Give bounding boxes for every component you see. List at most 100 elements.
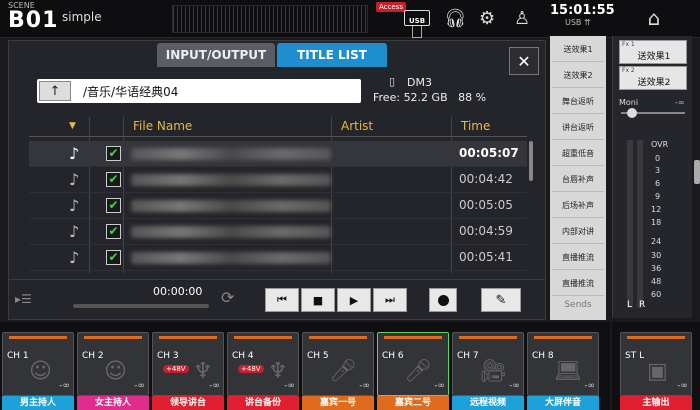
- title-list-row[interactable]: ♪ ✔ 00:05:41: [29, 245, 527, 271]
- home-icon[interactable]: ⌂: [638, 6, 670, 32]
- clock: 15:01:55: [550, 3, 615, 18]
- channel-1[interactable]: CH 1 ☺ -∞: [2, 332, 74, 396]
- channel-label: CH 5: [307, 351, 329, 361]
- column-time[interactable]: Time: [461, 119, 490, 133]
- send-item[interactable]: 舞台返听: [552, 90, 604, 114]
- title-list-row[interactable]: ♪ ✔ 00:05:07: [29, 141, 527, 167]
- gear-icon[interactable]: ⚙: [479, 8, 495, 29]
- channel-4[interactable]: CH 4 +48V ♆ -∞: [227, 332, 299, 396]
- channel-label: CH 7: [457, 351, 479, 361]
- music-note-icon: ♪: [69, 196, 80, 215]
- monitor-panel: Fx 1 送效果1 Fx 2 送效果2 Moni -∞ OVR 0 3 6 9 …: [612, 36, 692, 318]
- tab-input-output[interactable]: INPUT/OUTPUT: [157, 43, 275, 67]
- channel-5[interactable]: CH 5 🎤︎ -∞: [302, 332, 374, 396]
- send-item[interactable]: 直播推流: [552, 272, 604, 296]
- stop-button[interactable]: ■: [301, 288, 335, 312]
- send-item[interactable]: 台唇补声: [552, 168, 604, 192]
- channel-name[interactable]: 女主持人: [77, 396, 149, 410]
- title-list-row[interactable]: ♪ ✔ 00:04:59: [29, 219, 527, 245]
- column-file-name[interactable]: File Name: [133, 119, 192, 133]
- sends-list: 送效果1 送效果2 舞台返听 讲台返听 超重低音 台唇补声 后场补声 内部对讲 …: [550, 36, 606, 320]
- video-camera-icon: 🎥︎: [479, 359, 507, 384]
- usb-connector-icon: [412, 26, 422, 38]
- record-icon: [437, 294, 449, 306]
- previous-button[interactable]: ⏮: [265, 288, 299, 312]
- track-time: 00:05:41: [459, 250, 513, 264]
- channel-level: -∞: [209, 381, 220, 391]
- parent-folder-button[interactable]: ↑: [39, 81, 71, 101]
- send-item[interactable]: 送效果2: [552, 64, 604, 88]
- stereo-channel[interactable]: ST L ▣ -∞: [620, 332, 692, 396]
- channel-name[interactable]: 远程视频: [452, 396, 524, 410]
- select-checkbox[interactable]: ✔: [106, 224, 121, 239]
- meter-scale-mark: OVR: [651, 140, 669, 149]
- track-time: 00:05:07: [459, 146, 519, 160]
- play-icon: ▶: [349, 293, 359, 307]
- channel-2[interactable]: CH 2 ☺ -∞: [77, 332, 149, 396]
- usb-status: USB ⇈: [565, 18, 591, 27]
- column-artist[interactable]: Artist: [341, 119, 373, 133]
- channel-name[interactable]: 讲台备份: [227, 396, 299, 410]
- channel-label: CH 3: [157, 351, 179, 361]
- channel-7[interactable]: CH 7 🎥︎ -∞: [452, 332, 524, 396]
- channel-name[interactable]: 大屏伴音: [527, 396, 599, 410]
- channel-name[interactable]: 嘉宾一号: [302, 396, 374, 410]
- channel-name[interactable]: 嘉宾二号: [377, 396, 449, 410]
- channel-level: -∞: [509, 381, 520, 391]
- scene-number[interactable]: B01: [8, 8, 58, 33]
- user-icon[interactable]: ♙: [514, 8, 530, 29]
- send-item[interactable]: 送效果1: [552, 38, 604, 62]
- fx1-button[interactable]: Fx 1 送效果1: [619, 40, 687, 64]
- playback-progress[interactable]: [73, 304, 209, 308]
- send-item[interactable]: 后场补声: [552, 194, 604, 218]
- channel-name[interactable]: 领导讲台: [152, 396, 224, 410]
- repeat-icon[interactable]: ⟳: [221, 288, 234, 307]
- edit-button[interactable]: ✎: [481, 288, 521, 312]
- fx2-button[interactable]: Fx 2 送效果2: [619, 66, 687, 90]
- channel-name[interactable]: 男主持人: [2, 396, 74, 410]
- free-space: Free: 52.2 GB 88 %: [373, 91, 486, 104]
- send-item[interactable]: 超重低音: [552, 142, 604, 166]
- send-item[interactable]: 讲台返听: [552, 116, 604, 140]
- channel-label: CH 1: [7, 351, 29, 361]
- select-checkbox[interactable]: ✔: [106, 172, 121, 187]
- title-list-row[interactable]: ♪ ✔ 00:04:42: [29, 167, 527, 193]
- meter-scale-mark: 3: [655, 166, 661, 175]
- headphones-icon[interactable]: 🎧︎: [444, 8, 467, 29]
- scene-name[interactable]: simple: [62, 10, 102, 24]
- fx1-label: Fx 1: [622, 41, 635, 48]
- monitor-slider-knob[interactable]: [627, 108, 637, 118]
- access-badge: Access: [376, 2, 406, 12]
- tab-title-list[interactable]: TITLE LIST: [277, 43, 387, 67]
- channel-name[interactable]: 主输出: [620, 396, 692, 410]
- send-item[interactable]: 直播推流: [552, 246, 604, 270]
- playlist-icon[interactable]: ▸☰: [15, 292, 32, 306]
- title-list-row[interactable]: ♪ ✔ 00:05:05: [29, 193, 527, 219]
- list-scrollbar[interactable]: [529, 141, 533, 181]
- path-bar: ↑ /音乐/华语经典04: [37, 79, 361, 103]
- fader-level-bar: [84, 336, 142, 339]
- next-button[interactable]: ⏭: [373, 288, 407, 312]
- channel-3[interactable]: CH 3 +48V ♆ -∞: [152, 332, 224, 396]
- fader-level-bar: [384, 336, 442, 339]
- send-item[interactable]: 内部对讲: [552, 220, 604, 244]
- usb-icon[interactable]: USB: [404, 10, 430, 26]
- side-panel-handle[interactable]: [694, 160, 700, 184]
- channel-meters[interactable]: [172, 5, 368, 33]
- play-button[interactable]: ▶: [337, 288, 371, 312]
- select-checkbox[interactable]: ✔: [106, 146, 121, 161]
- file-name-redacted: [131, 148, 331, 160]
- fader-level-bar: [159, 336, 217, 339]
- select-checkbox[interactable]: ✔: [106, 198, 121, 213]
- meter-scale-mark: 12: [651, 205, 662, 214]
- meter-left: [627, 140, 633, 308]
- channel-8[interactable]: CH 8 💻︎ -∞: [527, 332, 599, 396]
- close-button[interactable]: ✕: [509, 47, 539, 75]
- record-button[interactable]: [429, 288, 457, 312]
- sort-column[interactable]: ▼: [69, 121, 76, 131]
- channel-6[interactable]: CH 6 🎤︎ -∞: [377, 332, 449, 396]
- meter-scale-mark: 6: [655, 179, 661, 188]
- meter-scale-mark: 30: [651, 251, 662, 260]
- select-checkbox[interactable]: ✔: [106, 250, 121, 265]
- sends-label: Sends: [564, 300, 592, 310]
